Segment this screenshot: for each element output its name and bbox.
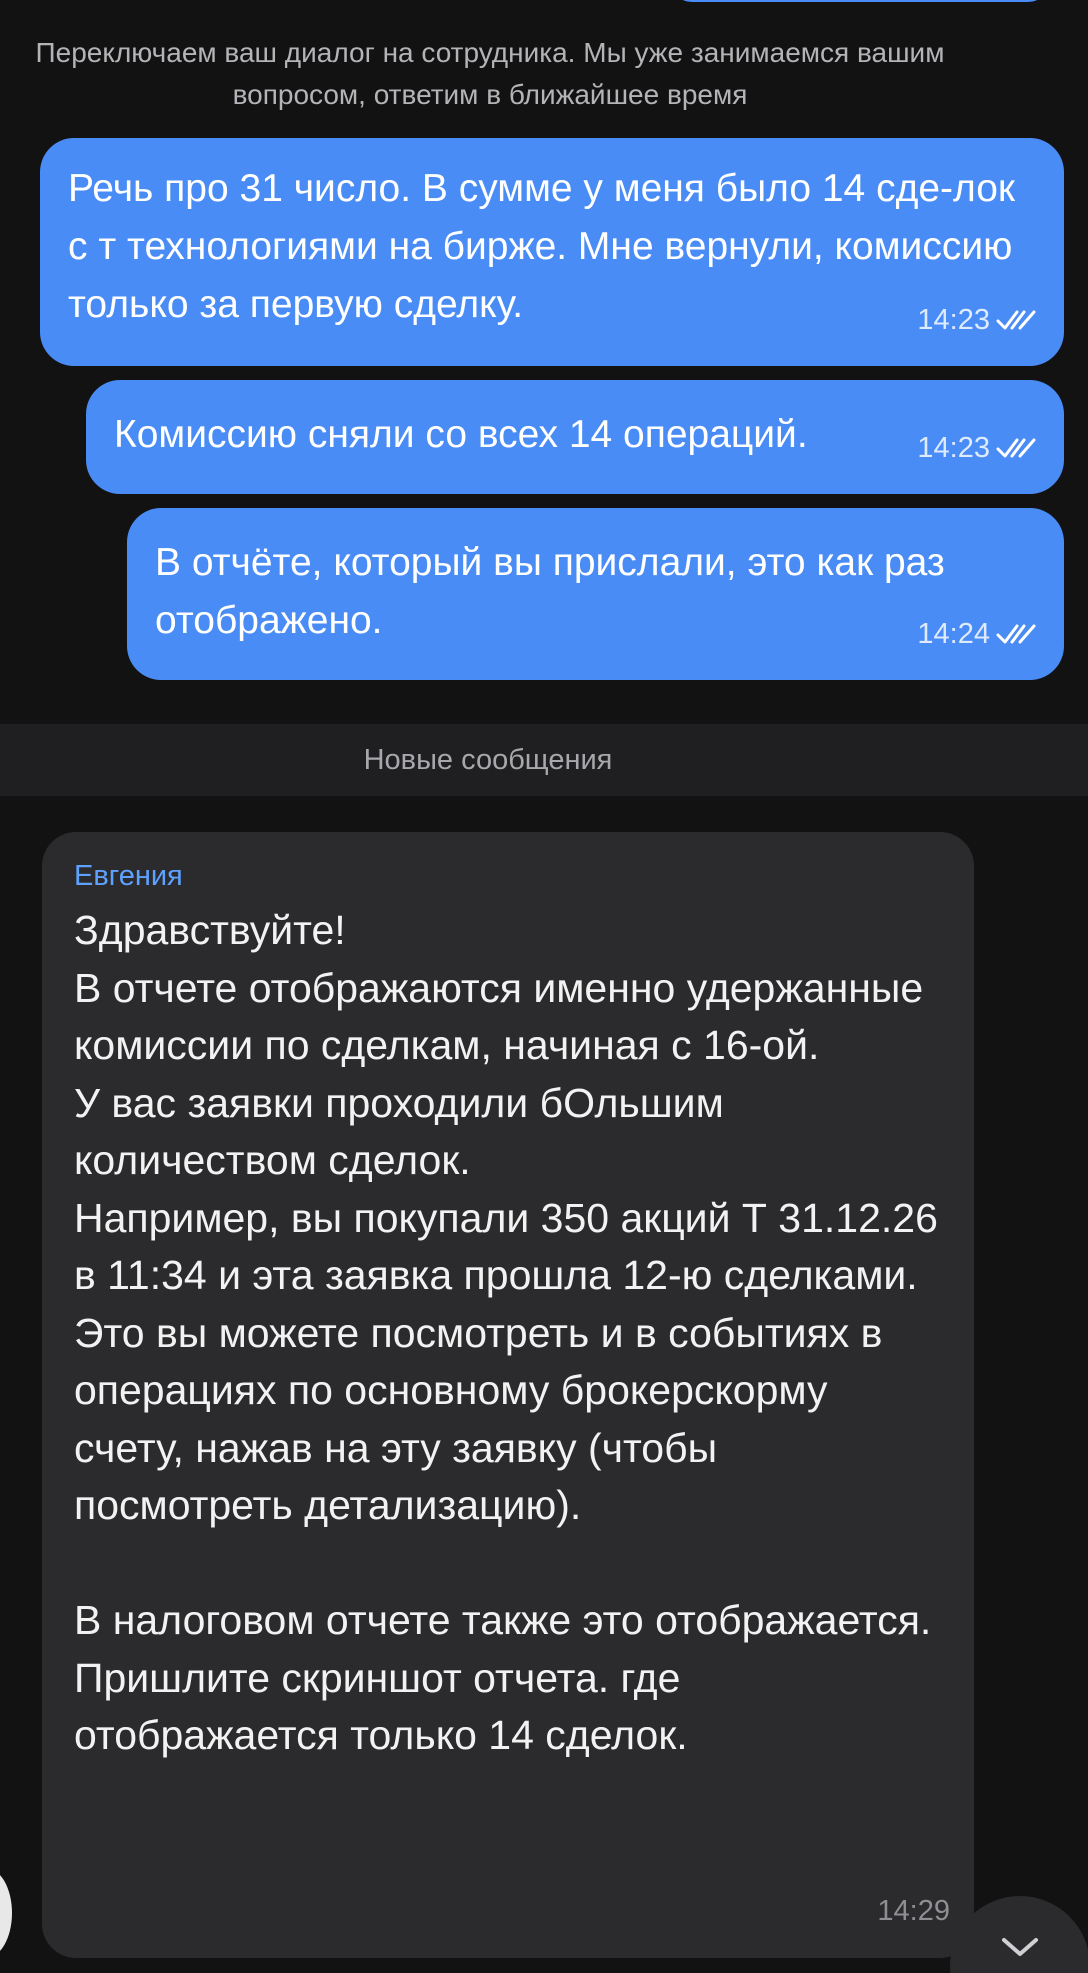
outgoing-message[interactable]: В отчёте, который вы прислали, это как р… xyxy=(127,508,1064,680)
message-time: 14:23 xyxy=(917,432,990,464)
message-text: Комиссию сняли со всех 14 операций. xyxy=(114,413,808,456)
chevron-down-icon xyxy=(1002,1938,1038,1956)
previous-message-bubble-edge xyxy=(670,0,1050,2)
double-check-icon xyxy=(996,310,1036,330)
outgoing-message[interactable]: Речь про 31 число. В сумме у меня было 1… xyxy=(40,138,1064,366)
message-text: В отчёте, который вы прислали, это как р… xyxy=(155,541,945,642)
new-messages-divider: Новые сообщения xyxy=(0,724,1088,796)
avatar[interactable] xyxy=(0,1868,12,1958)
new-messages-label: Новые сообщения xyxy=(363,743,613,776)
message-meta: 14:23 xyxy=(917,432,1038,464)
outgoing-message[interactable]: Комиссию сняли со всех 14 операций. 14:2… xyxy=(86,380,1064,494)
message-time: 14:24 xyxy=(917,618,990,650)
incoming-message[interactable]: Евгения Здравствуйте! В отчете отображаю… xyxy=(42,832,974,1958)
sender-name[interactable]: Евгения xyxy=(74,856,942,896)
double-check-icon xyxy=(996,438,1036,458)
double-check-icon xyxy=(996,624,1036,644)
message-meta: 14:23 xyxy=(917,304,1038,336)
message-text: Здравствуйте! В отчете отображаются имен… xyxy=(74,907,938,1758)
system-note: Переключаем ваш диалог на сотрудника. Мы… xyxy=(35,37,945,110)
message-meta: 14:24 xyxy=(917,618,1038,650)
message-text: Речь про 31 число. В сумме у меня было 1… xyxy=(68,167,1015,326)
message-time: 14:23 xyxy=(917,304,990,336)
message-time: 14:29 xyxy=(877,1895,950,1927)
